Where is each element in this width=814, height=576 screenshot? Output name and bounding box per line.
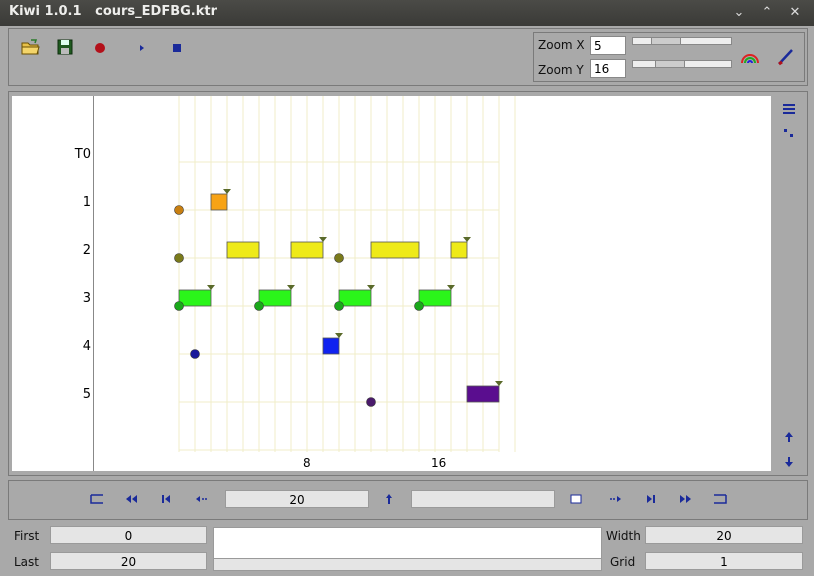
event-dot <box>254 301 264 311</box>
secondary-field[interactable] <box>411 490 555 508</box>
timeline-canvas[interactable]: 8 16 <box>94 96 771 471</box>
zoom-y-label: Zoom Y <box>538 63 584 77</box>
event-dot <box>334 301 344 311</box>
rainbow-icon[interactable] <box>740 49 760 65</box>
row-label-panel: T0 1 2 3 4 5 <box>12 96 94 471</box>
zoom-x-input[interactable]: 5 <box>590 36 626 55</box>
maximize-button[interactable]: ⌃ <box>759 5 775 21</box>
row-label-5: 5 <box>82 387 91 402</box>
timeline-svg[interactable]: 8 16 <box>94 96 771 471</box>
event-dot <box>174 301 184 311</box>
grid-field[interactable]: 1 <box>645 552 803 570</box>
save-icon[interactable] <box>54 36 76 58</box>
frame-icon[interactable] <box>566 490 586 508</box>
zoom-x-slider-knob[interactable] <box>651 38 681 44</box>
event-block <box>226 241 260 259</box>
row-label-3: 3 <box>82 291 91 306</box>
arrow-down-icon[interactable] <box>782 454 796 468</box>
status-bar: First 0 Last 20 Width 20 Grid 1 <box>8 521 806 574</box>
axis-tick-label: 16 <box>431 456 446 470</box>
event-block <box>418 289 452 307</box>
list-view-icon[interactable] <box>781 101 797 115</box>
record-icon[interactable] <box>89 36 111 58</box>
fast-forward-icon[interactable] <box>675 490 695 508</box>
step-forward-icon[interactable] <box>641 490 661 508</box>
row-label-1: 1 <box>82 195 91 210</box>
width-field[interactable]: 20 <box>645 526 803 544</box>
event-block <box>290 241 324 259</box>
scatter-view-icon[interactable] <box>781 125 797 139</box>
window-title: Kiwi 1.0.1 cours_EDFBG.ktr <box>9 4 217 19</box>
right-toolbar <box>773 96 805 471</box>
zoom-y-slider-knob[interactable] <box>655 61 685 67</box>
first-label: First <box>14 529 40 543</box>
backward-icon[interactable] <box>192 490 212 508</box>
event-block <box>370 241 420 259</box>
step-backward-icon[interactable] <box>156 490 176 508</box>
minimize-button[interactable]: ⌄ <box>731 5 747 21</box>
width-label: Width <box>606 529 641 543</box>
play-icon[interactable] <box>131 36 153 58</box>
event-block <box>322 337 340 355</box>
event-block <box>466 385 500 403</box>
forward-icon[interactable] <box>605 490 625 508</box>
grid-label: Grid <box>610 555 636 569</box>
event-dot <box>334 253 344 263</box>
zoom-panel: Zoom X 5 Zoom Y 16 <box>533 32 805 82</box>
event-dot <box>174 253 184 263</box>
stop-icon[interactable] <box>166 36 188 58</box>
last-field[interactable]: 20 <box>50 552 207 570</box>
navigation-bar: 20 <box>8 480 808 520</box>
event-dot <box>414 301 424 311</box>
event-dot <box>190 349 200 359</box>
zoom-x-slider[interactable] <box>632 37 732 45</box>
go-start-icon[interactable] <box>87 490 107 508</box>
zoom-y-slider[interactable] <box>632 60 732 68</box>
fast-backward-icon[interactable] <box>122 490 142 508</box>
close-button[interactable]: ✕ <box>787 5 803 21</box>
arrow-up-icon[interactable] <box>782 429 796 443</box>
position-field[interactable]: 20 <box>225 490 369 508</box>
zoom-x-label: Zoom X <box>538 38 585 52</box>
event-block <box>338 289 372 307</box>
zoom-y-input[interactable]: 16 <box>590 59 626 78</box>
message-area <box>213 527 602 559</box>
row-label-4: 4 <box>82 339 91 354</box>
last-label: Last <box>14 555 39 569</box>
go-end-icon[interactable] <box>710 490 730 508</box>
event-dot <box>174 205 184 215</box>
pencil-icon[interactable] <box>776 47 796 67</box>
open-folder-icon[interactable] <box>19 36 41 58</box>
event-block <box>210 193 228 211</box>
cursor-up-icon[interactable] <box>379 490 399 508</box>
event-block <box>258 289 292 307</box>
event-block <box>450 241 468 259</box>
title-bar: Kiwi 1.0.1 cours_EDFBG.ktr ⌄ ⌃ ✕ <box>0 0 814 26</box>
first-field[interactable]: 0 <box>50 526 207 544</box>
event-dot <box>366 397 376 407</box>
row-label-t0: T0 <box>74 147 91 162</box>
axis-tick-label: 8 <box>303 456 311 470</box>
event-block <box>178 289 212 307</box>
row-label-2: 2 <box>82 243 91 258</box>
progress-bar <box>213 558 602 571</box>
